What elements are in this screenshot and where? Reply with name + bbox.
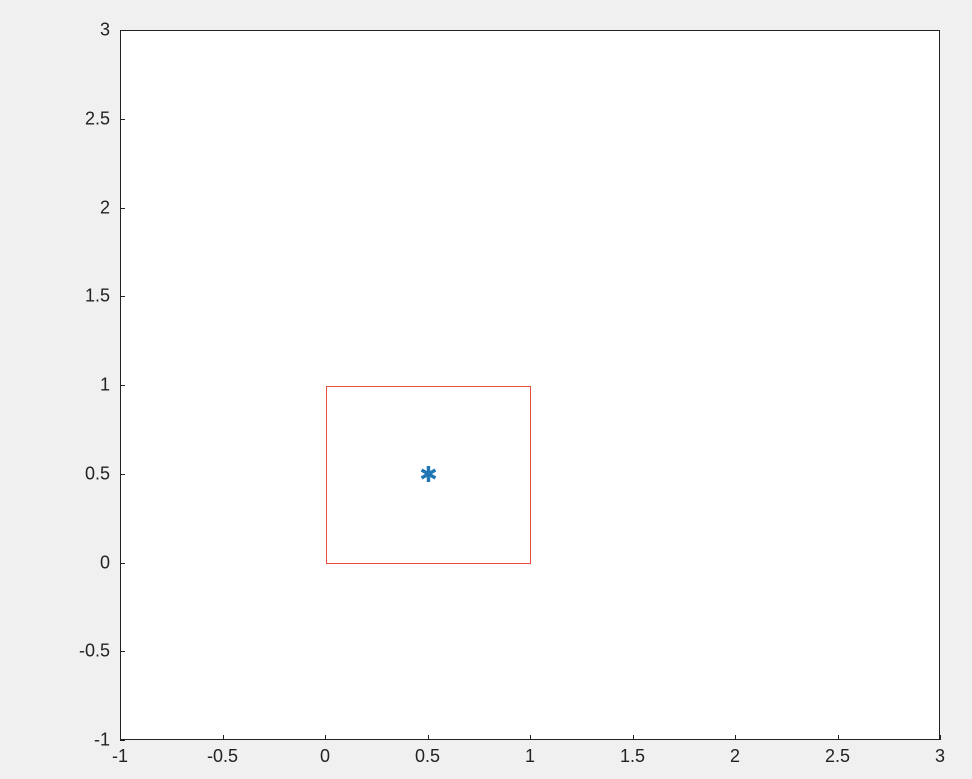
x-tick — [633, 735, 634, 740]
y-tick — [120, 208, 125, 209]
y-tick-label: 1.5 — [85, 286, 110, 307]
asterisk-marker: ✱ — [419, 464, 437, 486]
x-tick-label: 1 — [525, 746, 535, 767]
x-tick-label: 0.5 — [415, 746, 440, 767]
y-tick-label: 2.5 — [85, 108, 110, 129]
x-tick-label: 0 — [320, 746, 330, 767]
x-tick — [223, 735, 224, 740]
y-tick-label: 0 — [100, 552, 110, 573]
y-tick-label: -1 — [94, 730, 110, 751]
x-tick-label: 2 — [730, 746, 740, 767]
x-tick — [940, 735, 941, 740]
x-tick — [838, 735, 839, 740]
plot-axes: ✱ — [120, 30, 940, 740]
y-tick — [120, 119, 125, 120]
y-tick-label: 3 — [100, 20, 110, 41]
x-tick-label: -0.5 — [207, 746, 238, 767]
y-tick — [120, 296, 125, 297]
y-tick — [120, 30, 125, 31]
x-tick-label: 1.5 — [620, 746, 645, 767]
figure-panel: ✱ -1 -0.5 0 0.5 1 1.5 2 2.5 3 -1 -0.5 0 0.5 1 1.5 2 2.5 3 — [0, 0, 972, 779]
y-tick — [120, 563, 125, 564]
x-tick — [530, 735, 531, 740]
x-tick — [428, 735, 429, 740]
x-tick-label: -1 — [112, 746, 128, 767]
y-tick-label: -0.5 — [79, 641, 110, 662]
y-tick-label: 2 — [100, 197, 110, 218]
y-tick — [120, 385, 125, 386]
y-tick — [120, 740, 125, 741]
y-tick — [120, 651, 125, 652]
x-tick-label: 2.5 — [825, 746, 850, 767]
y-tick-label: 0.5 — [85, 463, 110, 484]
x-tick — [735, 735, 736, 740]
x-tick-label: 3 — [935, 746, 945, 767]
y-tick — [120, 474, 125, 475]
x-tick — [325, 735, 326, 740]
y-tick-label: 1 — [100, 375, 110, 396]
